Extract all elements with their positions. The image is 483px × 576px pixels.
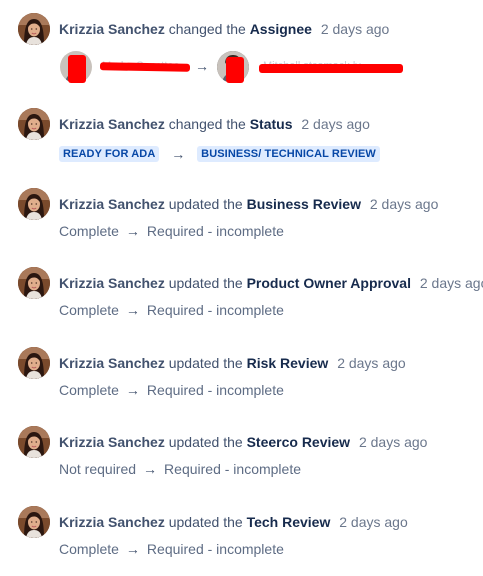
- action-verb: updated the: [168, 355, 243, 371]
- user-photo-icon: [18, 347, 50, 379]
- history-entry: Krizzia Sanchez updated the Business Rev…: [0, 188, 483, 248]
- actor-name[interactable]: Krizzia Sanchez: [59, 196, 165, 212]
- arrow-icon: →: [125, 223, 140, 239]
- arrow-icon: →: [171, 146, 186, 163]
- action-verb: updated the: [168, 275, 243, 291]
- avatar[interactable]: [18, 347, 50, 379]
- action-verb: changed the: [168, 116, 246, 132]
- value-change: Complete → Required - incomplete: [59, 301, 284, 319]
- value-change: Complete → Required - incomplete: [59, 381, 284, 399]
- new-status-lozenge: BUSINESS/ TECHNICAL REVIEW: [197, 146, 380, 163]
- actor-name[interactable]: Krizzia Sanchez: [59, 355, 165, 371]
- timestamp[interactable]: 2 days ago: [420, 275, 483, 291]
- timestamp[interactable]: 2 days ago: [301, 116, 370, 132]
- value-change: Complete → Required - incomplete: [59, 540, 284, 558]
- history-entry: Krizzia Sanchez updated the Product Owne…: [0, 267, 483, 327]
- field-name: Status: [249, 116, 293, 132]
- old-value: Complete: [59, 541, 119, 557]
- avatar[interactable]: [18, 108, 50, 140]
- user-photo-icon: [18, 13, 50, 45]
- entry-headline: Krizzia Sanchez changed the Assignee 2 d…: [59, 20, 389, 38]
- history-entry: Krizzia Sanchez changed the Assignee 2 d…: [0, 13, 483, 83]
- user-photo-icon: [18, 267, 50, 299]
- value-change: Complete → Required - incomplete: [59, 222, 284, 240]
- new-value: Required - incomplete: [146, 223, 284, 239]
- arrow-icon: →: [195, 58, 209, 74]
- arrow-icon: →: [125, 541, 140, 557]
- redaction-mark: [68, 55, 86, 83]
- actor-name[interactable]: Krizzia Sanchez: [59, 116, 165, 132]
- arrow-icon: →: [125, 382, 140, 398]
- avatar[interactable]: [18, 267, 50, 299]
- entry-headline: Krizzia Sanchez updated the Product Owne…: [59, 274, 483, 292]
- field-name: Product Owner Approval: [246, 275, 411, 291]
- redaction-mark: [259, 64, 403, 73]
- timestamp[interactable]: 2 days ago: [339, 514, 408, 530]
- new-value: Required - incomplete: [164, 461, 302, 477]
- user-photo-icon: [18, 108, 50, 140]
- user-photo-icon: [18, 188, 50, 220]
- field-name: Tech Review: [246, 514, 331, 530]
- avatar[interactable]: [18, 506, 50, 538]
- field-name: Assignee: [249, 21, 312, 37]
- action-verb: updated the: [168, 434, 243, 450]
- action-verb: changed the: [168, 21, 246, 37]
- old-status-lozenge: READY FOR ADA: [59, 146, 160, 163]
- redaction-mark: [226, 57, 244, 83]
- entry-headline: Krizzia Sanchez updated the Tech Review …: [59, 513, 408, 531]
- redaction-mark: [99, 62, 191, 72]
- avatar[interactable]: [18, 426, 50, 458]
- new-value: Required - incomplete: [146, 541, 284, 557]
- timestamp[interactable]: 2 days ago: [370, 196, 439, 212]
- entry-headline: Krizzia Sanchez updated the Steerco Revi…: [59, 433, 427, 451]
- avatar[interactable]: [18, 188, 50, 220]
- history-entry: Krizzia Sanchez updated the Risk Review …: [0, 347, 483, 407]
- user-photo-icon: [18, 506, 50, 538]
- history-entry: Krizzia Sanchez updated the Steerco Revi…: [0, 426, 483, 486]
- timestamp[interactable]: 2 days ago: [337, 355, 406, 371]
- timestamp[interactable]: 2 days ago: [321, 21, 390, 37]
- actor-name[interactable]: Krizzia Sanchez: [59, 514, 165, 530]
- entry-headline: Krizzia Sanchez changed the Status 2 day…: [59, 115, 370, 133]
- value-change: Not required → Required - incomplete: [59, 460, 301, 478]
- avatar[interactable]: [18, 13, 50, 45]
- old-value: Complete: [59, 382, 119, 398]
- old-value: Not required: [59, 461, 137, 477]
- entry-headline: Krizzia Sanchez updated the Risk Review …: [59, 354, 406, 372]
- timestamp[interactable]: 2 days ago: [359, 434, 428, 450]
- new-value: Required - incomplete: [146, 382, 284, 398]
- old-value: Complete: [59, 223, 119, 239]
- actor-name[interactable]: Krizzia Sanchez: [59, 434, 165, 450]
- arrow-icon: →: [125, 302, 140, 318]
- assignee-change: Madar Sancttae → Mitchell stcomack ly: [60, 51, 480, 85]
- history-entry: Krizzia Sanchez updated the Tech Review …: [0, 506, 483, 566]
- history-entry: Krizzia Sanchez changed the Status 2 day…: [0, 108, 483, 168]
- entry-headline: Krizzia Sanchez updated the Business Rev…: [59, 195, 438, 213]
- status-change: READY FOR ADA → BUSINESS/ TECHNICAL REVI…: [59, 144, 380, 163]
- field-name: Risk Review: [246, 355, 329, 371]
- arrow-icon: →: [143, 461, 158, 477]
- user-photo-icon: [18, 426, 50, 458]
- actor-name[interactable]: Krizzia Sanchez: [59, 21, 165, 37]
- actor-name[interactable]: Krizzia Sanchez: [59, 275, 165, 291]
- old-value: Complete: [59, 302, 119, 318]
- new-value: Required - incomplete: [146, 302, 284, 318]
- field-name: Business Review: [246, 196, 361, 212]
- field-name: Steerco Review: [246, 434, 351, 450]
- action-verb: updated the: [168, 196, 243, 212]
- action-verb: updated the: [168, 514, 243, 530]
